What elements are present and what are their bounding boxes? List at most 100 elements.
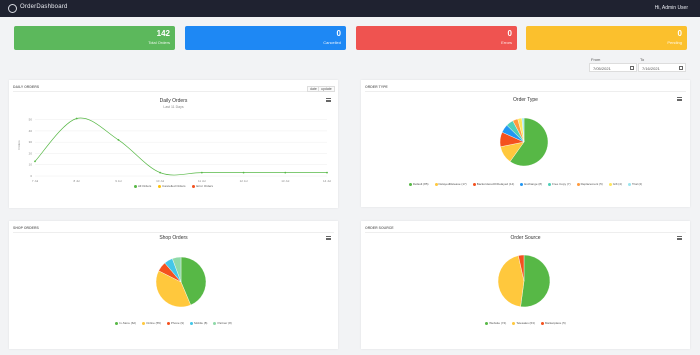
legend-label: Marketplace (5): [544, 321, 566, 325]
data-point[interactable]: [117, 139, 120, 141]
legend-item[interactable]: All Orders: [133, 184, 152, 188]
legend-dot: [520, 182, 524, 186]
legend-label: All Orders: [137, 184, 152, 188]
legend-label: Error Orders: [196, 184, 214, 188]
data-point[interactable]: [75, 117, 78, 120]
legend-label: Online (55): [146, 321, 161, 325]
to-date-input[interactable]: 7/16/2021: [638, 63, 686, 72]
legend-dot: [608, 182, 612, 186]
legend-item[interactable]: DelayedRelease (17): [434, 182, 467, 186]
legend-item[interactable]: Gift (4): [608, 182, 622, 186]
stat-card-errors[interactable]: 0 Errors: [356, 26, 517, 50]
legend-dot: [540, 321, 544, 325]
data-point[interactable]: [200, 171, 203, 174]
data-point[interactable]: [159, 171, 162, 174]
legend-item[interactable]: Free Copy (7): [548, 182, 571, 186]
legend-item[interactable]: Replacement (5): [576, 182, 603, 186]
legend-label: Website (74): [489, 321, 507, 325]
calendar-icon[interactable]: [679, 66, 683, 70]
legend-item[interactable]: Default (85): [408, 182, 429, 186]
legend-label: BackorderedOrDelayed (14): [476, 182, 515, 186]
legend-dot: [627, 182, 631, 186]
data-point[interactable]: [284, 171, 287, 174]
x-tick-label: 9 Jul: [115, 179, 122, 183]
legend-dot: [190, 321, 194, 325]
legend-item[interactable]: Error Orders: [192, 184, 213, 188]
x-tick-label: 12 Jul: [240, 179, 248, 183]
legend-item[interactable]: Telesales (63): [512, 321, 535, 325]
series-line-all-orders: [34, 117, 327, 176]
legend-dot: [408, 182, 412, 186]
daily-orders-legend: All Orders Cancelled Orders Error Orders: [9, 184, 338, 188]
legend-item[interactable]: Partner (8): [213, 321, 232, 325]
logo-icon[interactable]: [8, 4, 17, 13]
y-tick-label: 30: [29, 140, 33, 144]
legend-dot: [158, 184, 162, 188]
legend-dot: [485, 321, 489, 325]
legend-item[interactable]: Exchange (8): [520, 182, 542, 186]
stat-value: 0: [677, 29, 682, 38]
to-date-value: 7/16/2021: [642, 66, 660, 71]
legend-label: Exchange (8): [524, 182, 543, 186]
from-date-value: 7/05/2021: [593, 66, 611, 71]
from-label: From: [591, 57, 601, 62]
legend-dot: [434, 182, 438, 186]
y-tick-label: 0: [30, 174, 32, 178]
stat-label: Pending: [667, 40, 682, 45]
update-button[interactable]: update: [318, 86, 335, 92]
stat-value: 142: [156, 29, 170, 38]
x-tick-label: 8 Jul: [74, 179, 81, 183]
y-tick-label: 10: [29, 163, 33, 167]
x-tick-label: 14 Jul: [323, 179, 331, 183]
legend-item[interactable]: Trial (2): [627, 182, 642, 186]
stat-card-total[interactable]: 142 Total Orders: [14, 26, 175, 50]
order-type-legend: Default (85) DelayedRelease (17) Backorder…: [361, 182, 690, 186]
data-point[interactable]: [326, 171, 328, 174]
x-tick-label: 10 Jul: [156, 179, 164, 183]
legend-item[interactable]: Website (74): [485, 321, 506, 325]
brand-name[interactable]: OrderDashboard: [20, 4, 68, 10]
legend-label: Partner (8): [217, 321, 232, 325]
legend-item[interactable]: Cancelled Orders: [158, 184, 186, 188]
legend-item[interactable]: Phone (9): [166, 321, 185, 325]
legend-dot: [472, 182, 476, 186]
stat-card-cancelled[interactable]: 0 Cancelled: [185, 26, 346, 50]
legend-item[interactable]: In-Store (62): [115, 321, 136, 325]
daily-orders-panel: Daily Orders Daily Orders Last 11 Days 0…: [9, 80, 338, 208]
shop-orders-legend: In-Store (62) Online (55) Phone (9) Mobile …: [9, 321, 338, 325]
stat-value: 0: [507, 29, 512, 38]
legend-dot: [133, 184, 137, 188]
user-menu[interactable]: Hi, Admin User: [655, 5, 688, 11]
stat-label: Cancelled: [323, 40, 341, 45]
legend-dot: [115, 321, 119, 325]
order-source-panel: Order Source Order Source Website (74) Te…: [361, 221, 690, 349]
top-navbar: OrderDashboard Hi, Admin User: [0, 0, 700, 17]
calendar-icon[interactable]: [630, 66, 634, 70]
legend-item[interactable]: Marketplace (5): [540, 321, 566, 325]
order-source-legend: Website (74) Telesales (63) Marketplace (5…: [361, 321, 690, 325]
legend-dot: [512, 321, 516, 325]
daily-orders-chart: 0 10 20 30 40 50 Orders 7 Jul 8 Jul 9 Jul 10 Jul 11…: [17, 117, 331, 183]
x-tick-label: 7 Jul: [32, 179, 39, 183]
data-point[interactable]: [34, 160, 36, 163]
legend-dot: [548, 182, 552, 186]
legend-label: Default (85): [412, 182, 429, 186]
shop-orders-panel: Shop Orders Shop Orders In-Store (62) Onl…: [9, 221, 338, 349]
legend-item[interactable]: Online (55): [142, 321, 161, 325]
legend-dot: [192, 184, 196, 188]
legend-item[interactable]: Mobile (8): [190, 321, 207, 325]
pie-slice-website[interactable]: [520, 254, 551, 308]
legend-label: Phone (9): [170, 321, 185, 325]
legend-dot: [166, 321, 170, 325]
data-point[interactable]: [242, 171, 245, 174]
to-label: To: [640, 57, 645, 62]
legend-dot: [213, 321, 217, 325]
legend-label: In-Store (62): [119, 321, 137, 325]
from-date-input[interactable]: 7/05/2021: [589, 63, 637, 72]
stat-card-pending[interactable]: 0 Pending: [526, 26, 687, 50]
legend-dot: [576, 182, 580, 186]
legend-label: Replacement (5): [580, 182, 603, 186]
order-source-chart: [497, 254, 551, 308]
legend-item[interactable]: BackorderedOrDelayed (14): [472, 182, 515, 186]
order-type-panel: Order Type Order Type Default (85) Delaye…: [361, 80, 690, 207]
